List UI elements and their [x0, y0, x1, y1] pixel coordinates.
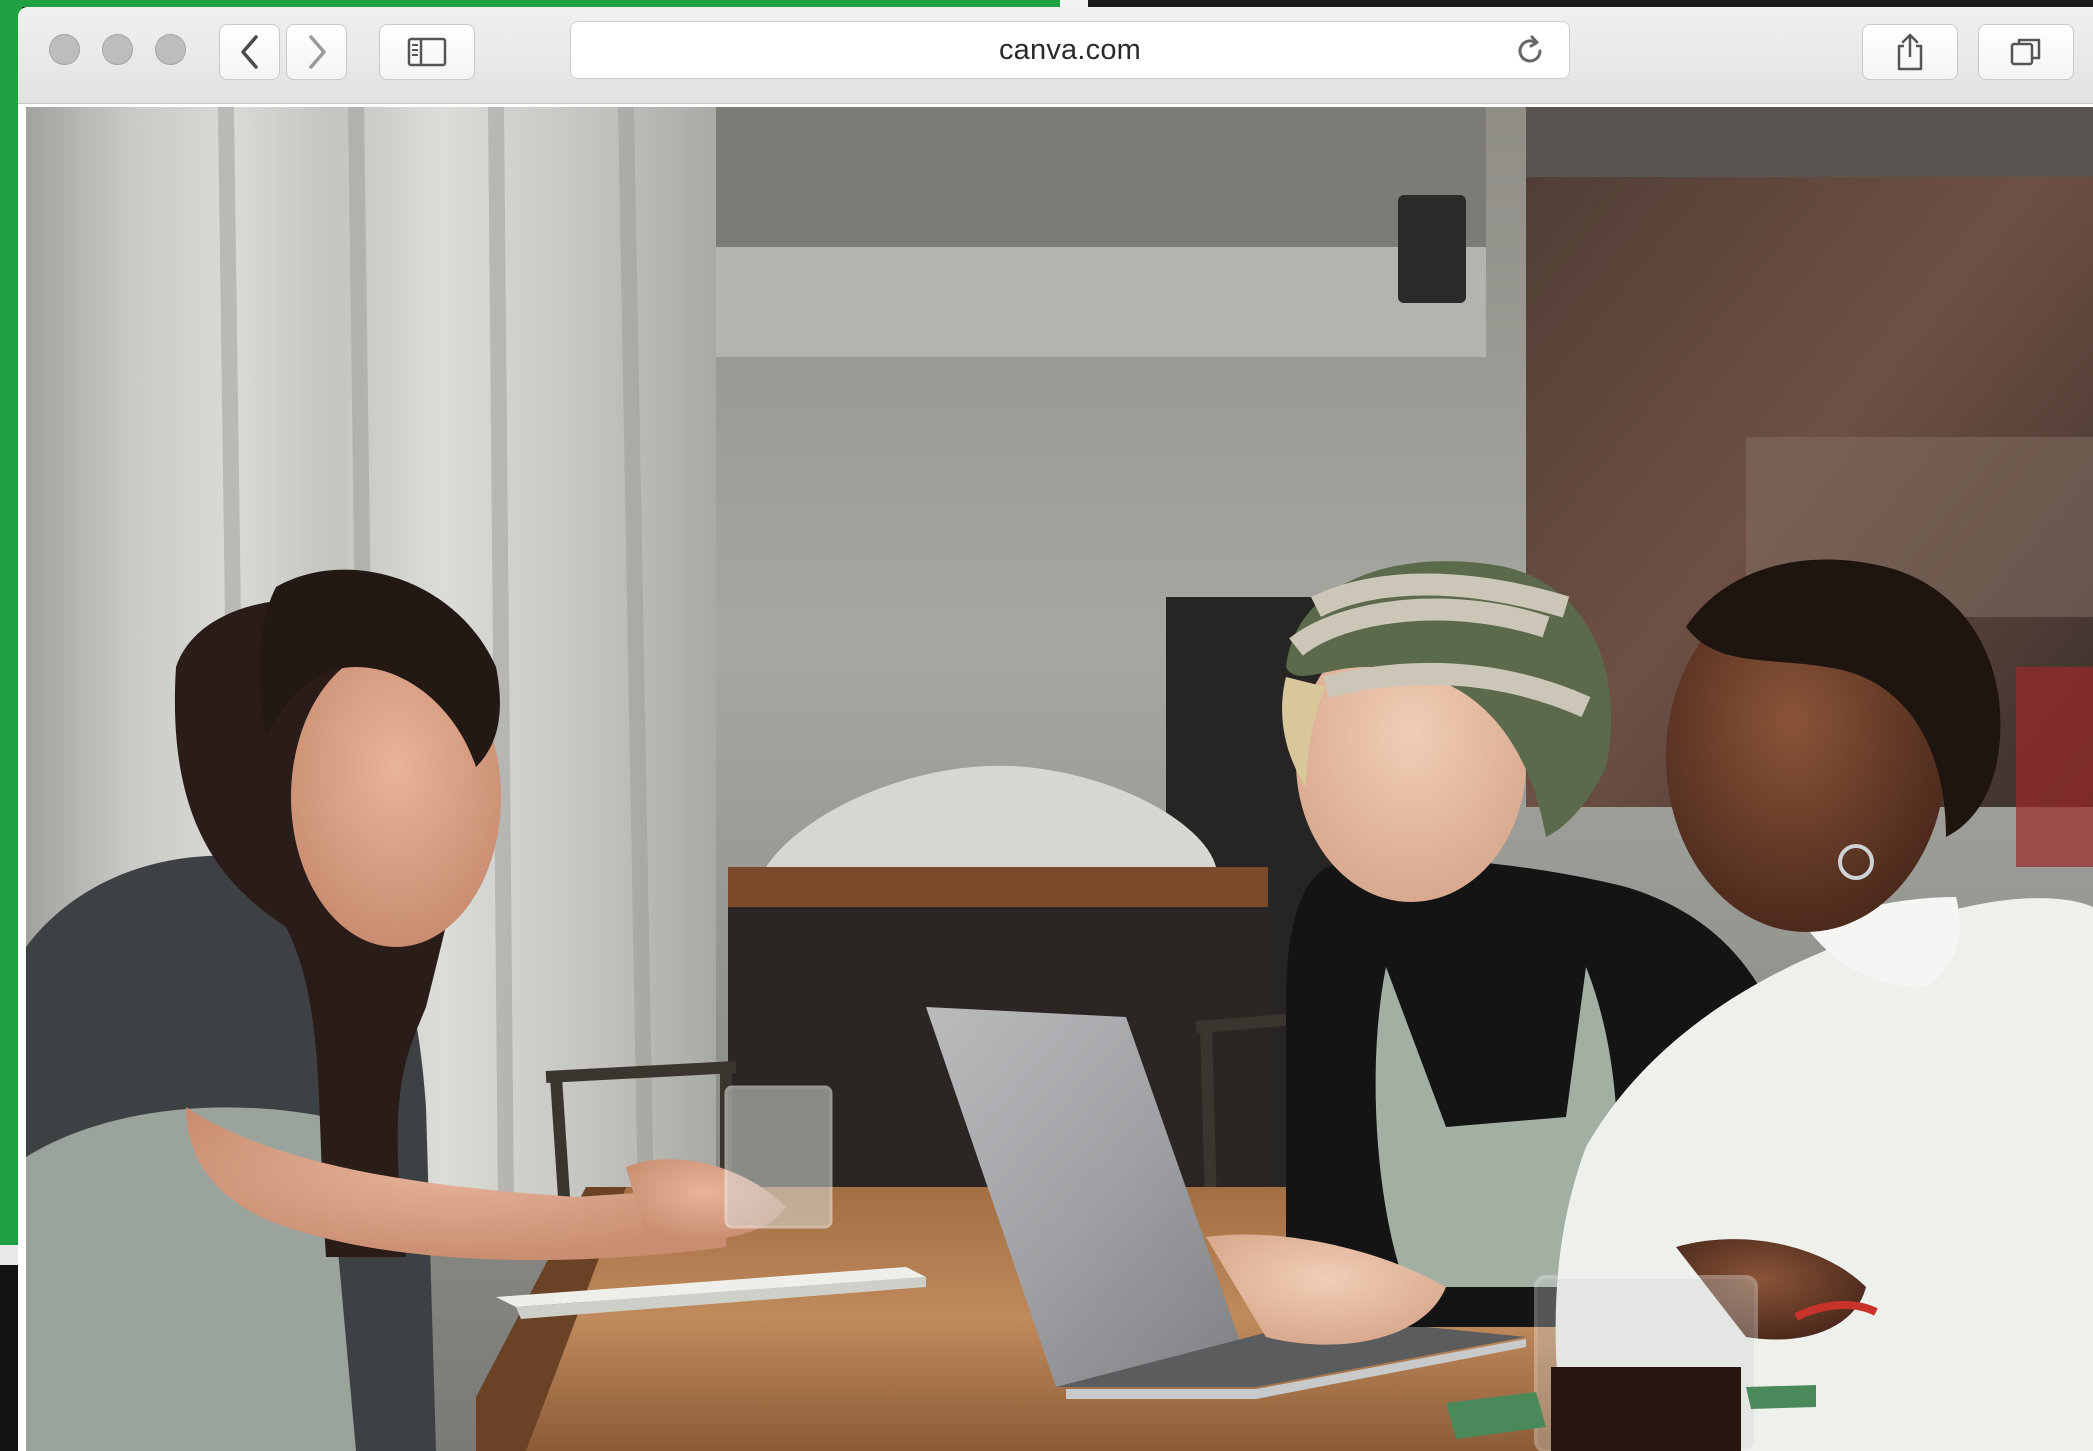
- screen: canva.com: [0, 0, 2093, 1451]
- desktop-gap: [1060, 0, 1088, 7]
- photo-three-people-laptop: [26, 107, 2093, 1451]
- reload-icon[interactable]: [1513, 34, 1547, 68]
- share-icon: [1897, 33, 1923, 71]
- web-content: [26, 107, 2093, 1451]
- address-bar[interactable]: canva.com: [570, 21, 1570, 79]
- chevron-right-icon: [308, 35, 326, 69]
- chevron-left-icon: [240, 35, 258, 69]
- forward-button[interactable]: [286, 24, 347, 80]
- zoom-window-button[interactable]: [155, 34, 186, 65]
- tabs-button[interactable]: [1978, 24, 2074, 80]
- browser-toolbar: canva.com: [18, 7, 2093, 104]
- browser-window: canva.com: [18, 7, 2093, 1451]
- back-button[interactable]: [219, 24, 280, 80]
- close-window-button[interactable]: [49, 34, 80, 65]
- desktop-background-top: [0, 0, 1060, 7]
- share-button[interactable]: [1862, 24, 1958, 80]
- desktop-dark-strip: [1088, 0, 2093, 7]
- sidebar-button[interactable]: [379, 24, 475, 80]
- tabs-icon: [2010, 38, 2041, 66]
- sidebar-icon: [407, 37, 447, 67]
- minimize-window-button[interactable]: [102, 34, 133, 65]
- address-text: canva.com: [998, 33, 1142, 66]
